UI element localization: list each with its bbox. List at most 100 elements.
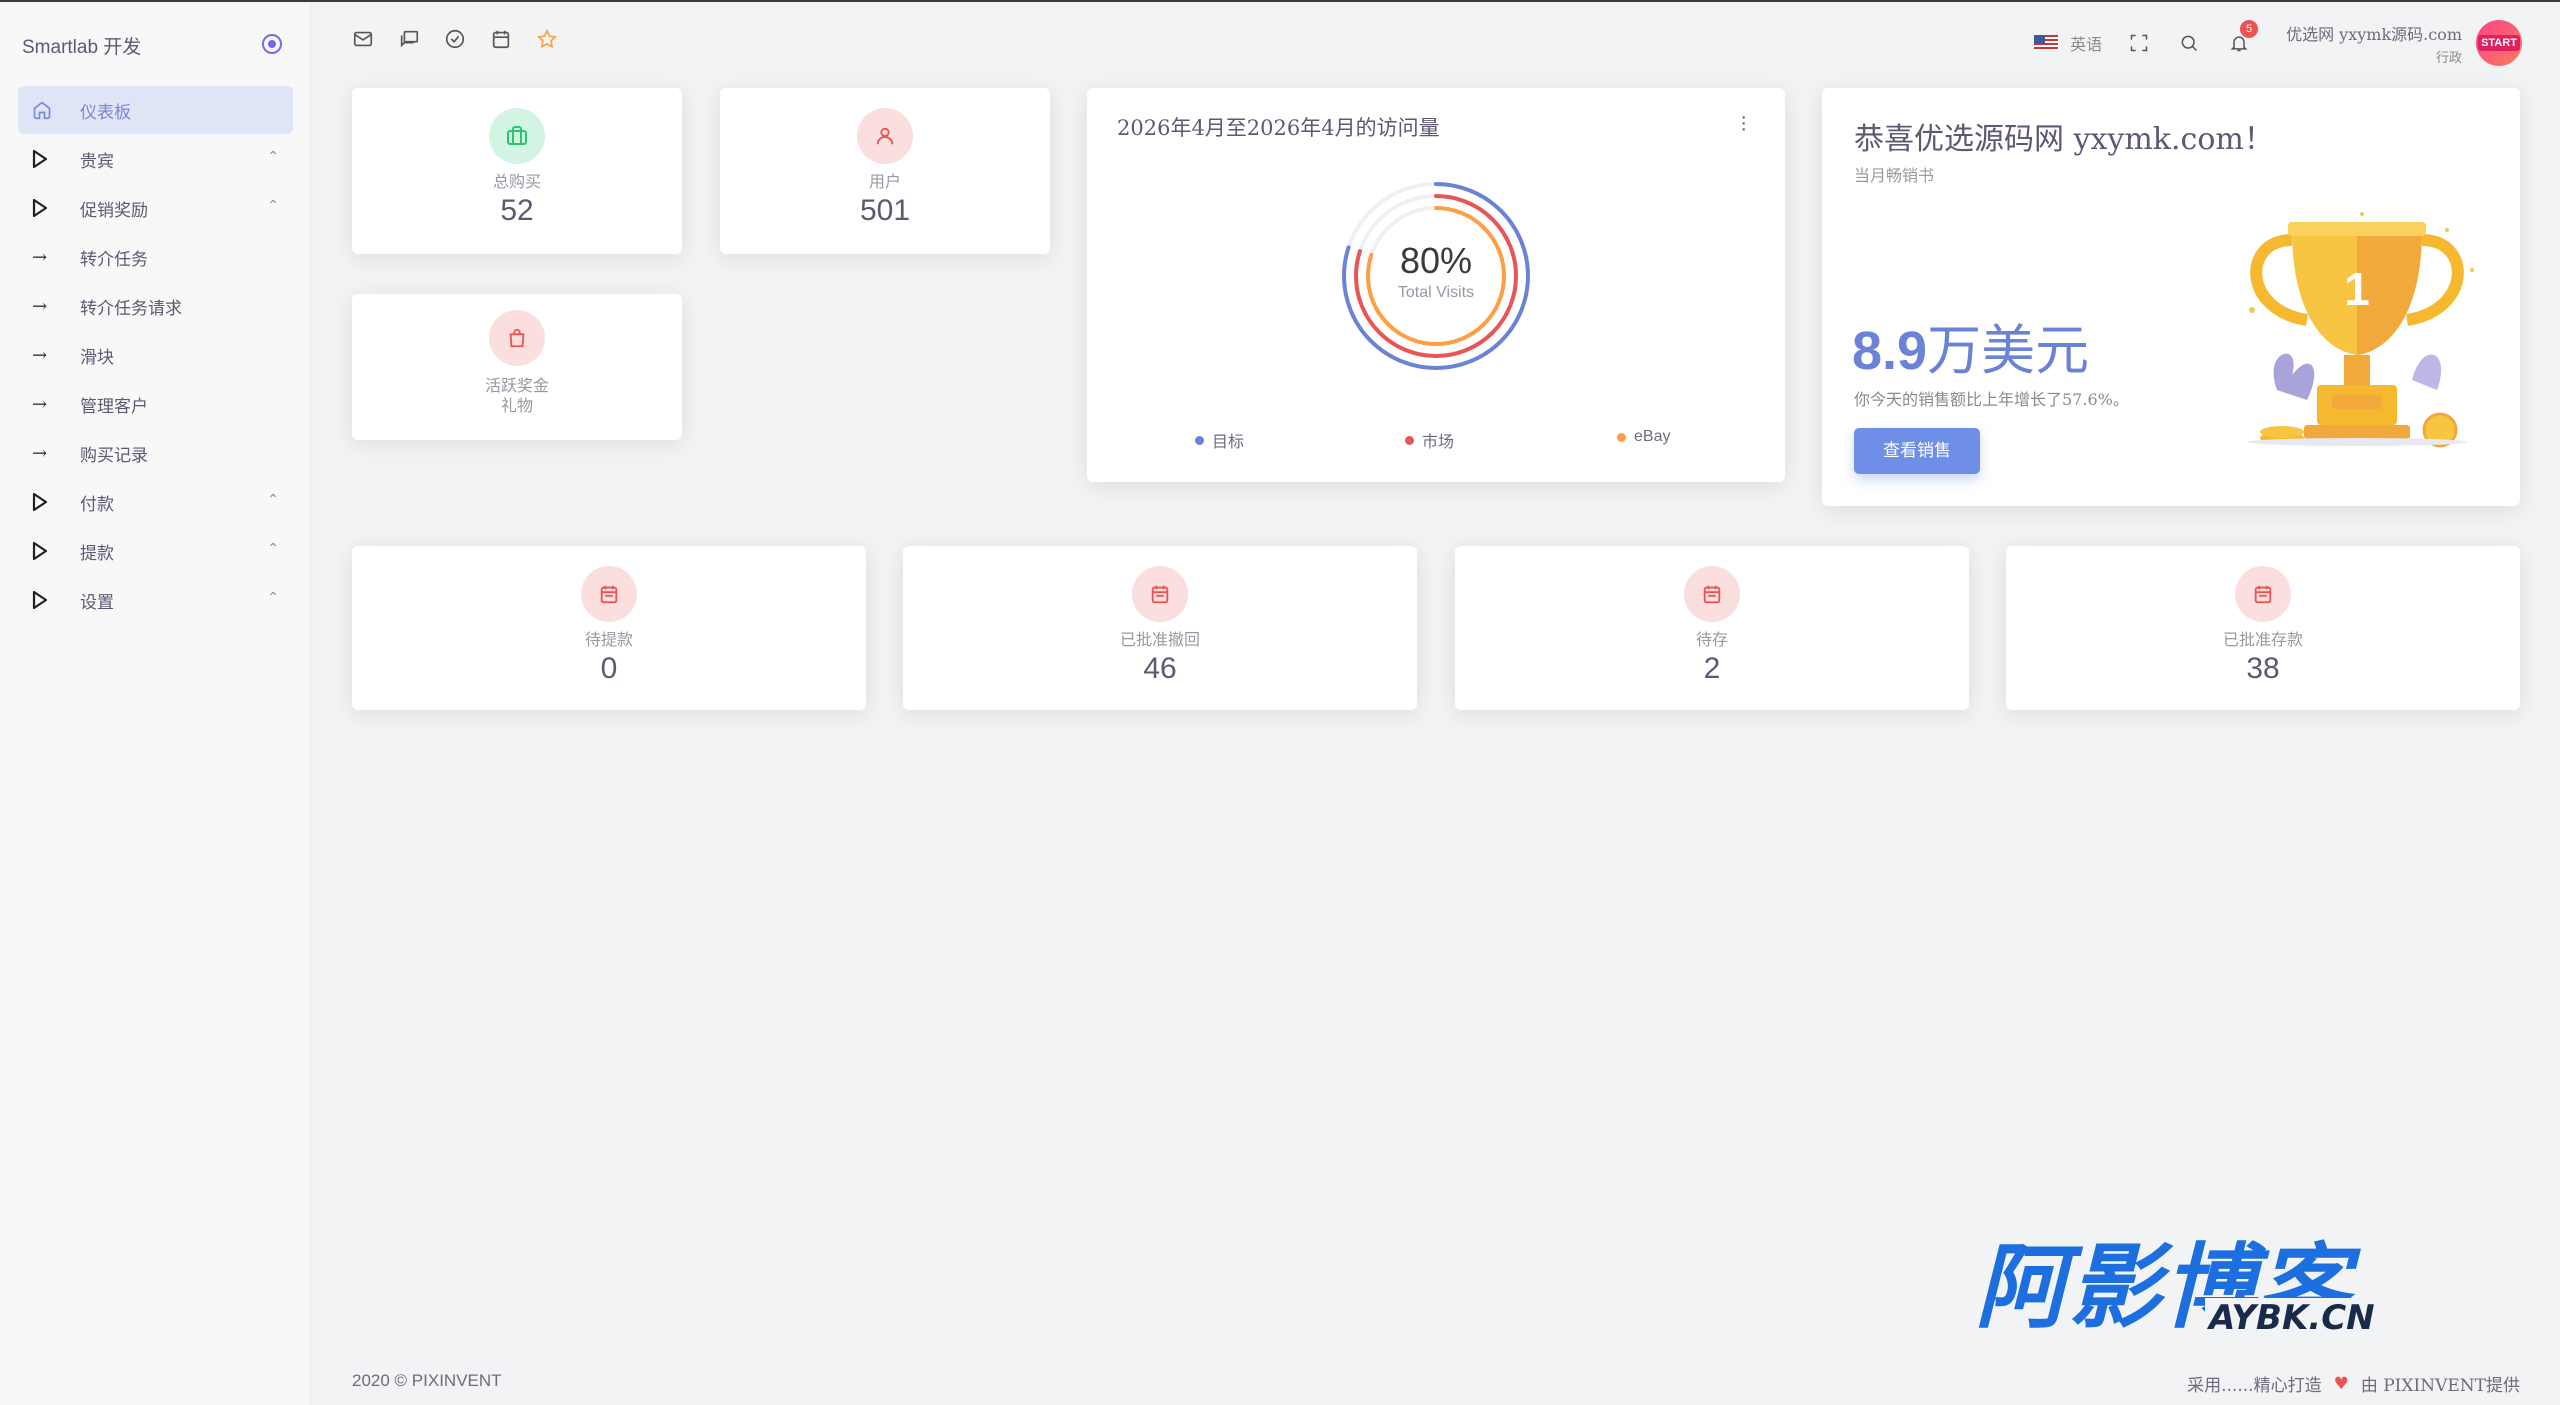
stat-value: 38 (2246, 652, 2280, 685)
stat-card-users: 用户 501 (720, 88, 1050, 254)
sidebar-nav: 仪表板 贵宾 ⌃ 促销奖励 ⌃ → 转介任务 → 转介任务请求 → 滑块 → 管… (18, 86, 293, 625)
briefcase-icon (489, 108, 545, 164)
heart-icon: ♥ (2333, 1373, 2349, 1394)
stat-label: 活跃奖金 礼物 (352, 376, 682, 416)
chat-icon[interactable] (398, 28, 420, 50)
sidebar-item-purchase-records[interactable]: → 购买记录 (18, 429, 293, 477)
sidebar-item-label: 购买记录 (80, 445, 148, 466)
congrats-card: 恭喜优选源码网 yxymk.com！ 当月畅销书 8.9万美元 你今天的销售额比… (1822, 88, 2520, 506)
star-icon[interactable] (536, 28, 558, 50)
fullscreen-icon[interactable] (2128, 32, 2150, 54)
sidebar-item-promo-rewards[interactable]: 促销奖励 ⌃ (18, 184, 293, 232)
search-icon[interactable] (2178, 32, 2200, 54)
stat-card-total-purchases: 总购买 52 (352, 88, 682, 254)
sidebar-item-label: 付款 (80, 494, 114, 515)
check-circle-icon[interactable] (444, 28, 466, 50)
stat-card-pending-withdrawal: 待提款 0 (352, 546, 866, 710)
sidebar-item-label: 设置 (80, 592, 114, 613)
sidebar-toggle-icon[interactable] (262, 34, 282, 54)
triangle-right-icon (32, 198, 62, 218)
chevron-up-icon: ⌃ (267, 149, 279, 165)
arrow-right-icon: → (32, 295, 48, 317)
footer-copyright: 2020 © PIXINVENT (352, 1371, 502, 1390)
top-border (0, 0, 2560, 2)
sidebar-item-label: 管理客户 (80, 396, 148, 417)
stat-label: 已批准撤回 (1119, 630, 1200, 649)
sidebar-item-settings[interactable]: 设置 ⌃ (18, 576, 293, 624)
sidebar-item-withdrawals[interactable]: 提款 ⌃ (18, 527, 293, 575)
sidebar-item-label: 转介任务 (80, 249, 148, 270)
triangle-right-icon (32, 590, 62, 610)
avatar[interactable]: START (2476, 20, 2522, 66)
calendar-icon (1684, 566, 1740, 622)
notifications[interactable]: 5 (2228, 20, 2259, 54)
chevron-up-icon: ⌃ (267, 541, 279, 557)
sidebar-item-slider[interactable]: → 滑块 (18, 331, 293, 379)
more-vertical-icon[interactable]: · · · (1740, 107, 1747, 139)
stat-label: 用户 (868, 172, 901, 191)
mail-icon[interactable] (352, 28, 374, 50)
stat-label: 总购买 (492, 172, 541, 191)
footer-credit-right: 由 PIXINVENT提供 (2360, 1376, 2520, 1396)
visits-center: 80% Total Visits (1336, 240, 1536, 302)
sidebar-item-referral-tasks[interactable]: → 转介任务 (18, 233, 293, 281)
user-info[interactable]: 优选网 yxymk源码.com 行政 (2286, 21, 2462, 66)
watermark-sub: AYBK.CN (2205, 1298, 2379, 1338)
congrats-description: 你今天的销售额比上年增长了57.6%。 (1854, 390, 2129, 409)
arrow-right-icon: → (32, 344, 48, 366)
stat-value: 46 (1143, 652, 1177, 685)
stat-value: 501 (859, 194, 911, 227)
sidebar-item-label: 促销奖励 (80, 200, 148, 221)
avatar-label: START (2478, 35, 2520, 51)
stat-label: 待存 (1695, 630, 1728, 649)
chevron-up-icon: ⌃ (267, 198, 279, 214)
arrow-right-icon: → (32, 393, 48, 415)
triangle-right-icon (32, 492, 62, 512)
home-icon (32, 100, 62, 120)
amount-number: 8.9 (1852, 321, 1928, 381)
stat-card-active-bonus: 活跃奖金 礼物 (352, 294, 682, 440)
stat-card-approved-deposit: 已批准存款 38 (2006, 546, 2520, 710)
calendar-icon (2235, 566, 2291, 622)
sidebar-item-referral-requests[interactable]: → 转介任务请求 (18, 282, 293, 330)
congrats-amount: 8.9万美元 (1852, 306, 2089, 385)
stat-label: 待提款 (584, 630, 633, 649)
legend-item-market: 市场 (1405, 428, 1454, 452)
header-shortcuts (352, 28, 558, 50)
legend-dot (1405, 435, 1414, 445)
sidebar-item-label: 提款 (80, 543, 114, 564)
brand-name[interactable]: Smartlab 开发 (22, 32, 141, 59)
visits-card: 2026年4月至2026年4月的访问量 · · · 80% Total Visits… (1087, 88, 1785, 482)
sidebar-item-dashboard[interactable]: 仪表板 (18, 86, 293, 134)
legend-label: 市场 (1422, 432, 1455, 451)
congrats-title: 恭喜优选源码网 yxymk.com！ (1854, 122, 2274, 157)
stat-value: 2 (1703, 652, 1721, 685)
triangle-right-icon (32, 541, 62, 561)
watermark-logo: 阿影博客 AYBK.CN (1975, 1240, 2379, 1338)
sidebar-item-vip[interactable]: 贵宾 ⌃ (18, 135, 293, 183)
arrow-right-icon: → (32, 442, 48, 464)
chevron-up-icon: ⌃ (267, 590, 279, 606)
language-selector[interactable]: 英语 (2070, 31, 2102, 55)
visits-sub: Total Visits (1397, 284, 1475, 301)
arrow-right-icon: → (32, 246, 48, 268)
calendar-icon[interactable] (490, 28, 512, 50)
sidebar-item-manage-customers[interactable]: → 管理客户 (18, 380, 293, 428)
legend-label: eBay (1634, 428, 1671, 445)
sidebar-item-payments[interactable]: 付款 ⌃ (18, 478, 293, 526)
stat-label-line2: 礼物 (500, 396, 533, 415)
trophy-illustration: 1 (2247, 212, 2474, 448)
header-right: 英语 5 优选网 yxymk源码.com 行政 START (2034, 20, 2522, 66)
sidebar-item-label: 贵宾 (80, 151, 114, 172)
sidebar-item-label: 转介任务请求 (80, 298, 182, 319)
footer-credit: 采用......精心打造 ♥ 由 PIXINVENT提供 (2187, 1371, 2520, 1397)
user-icon (857, 108, 913, 164)
bag-icon (489, 310, 545, 366)
stat-label: 已批准存款 (2222, 630, 2303, 649)
stat-card-pending-deposit: 待存 2 (1455, 546, 1969, 710)
sidebar: Smartlab 开发 仪表板 贵宾 ⌃ 促销奖励 ⌃ → 转介任务 → 转介任… (0, 2, 311, 1405)
legend-dot (1195, 435, 1204, 445)
legend-label: 目标 (1212, 432, 1245, 451)
us-flag-icon[interactable] (2034, 35, 2059, 51)
view-sales-button[interactable]: 查看销售 (1854, 428, 1980, 474)
